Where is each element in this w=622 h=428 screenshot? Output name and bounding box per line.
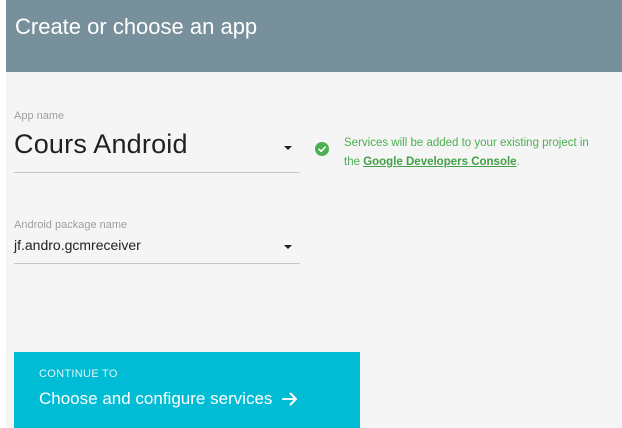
continue-button[interactable]: CONTINUE TO Choose and configure service… xyxy=(14,352,360,428)
continue-main-text: Choose and configure services xyxy=(39,389,273,408)
page-title: Create or choose an app xyxy=(15,14,258,39)
app-name-underline xyxy=(14,172,300,173)
package-name-dropdown-icon[interactable] xyxy=(284,245,292,249)
status-line-1: Services will be added to your existing … xyxy=(344,137,589,149)
continue-sub-label: CONTINUE TO xyxy=(39,368,118,380)
status-message: Services will be added to your existing … xyxy=(344,134,589,172)
status-line-2: the Google Developers Console. xyxy=(344,153,589,172)
status-line-2-suffix: . xyxy=(516,156,520,168)
google-developers-console-link[interactable]: Google Developers Console xyxy=(363,156,516,168)
package-name-select[interactable]: jf.andro.gcmreceiver xyxy=(14,237,141,253)
continue-main-label: Choose and configure services xyxy=(39,389,298,411)
package-name-underline xyxy=(14,263,300,264)
arrow-right-icon xyxy=(282,391,298,411)
app-name-label: App name xyxy=(14,110,65,122)
check-circle-icon xyxy=(315,142,329,156)
app-name-dropdown-icon[interactable] xyxy=(284,146,292,150)
app-name-select[interactable]: Cours Android xyxy=(14,129,188,160)
page-header: Create or choose an app xyxy=(6,0,622,72)
status-line-2-prefix: the xyxy=(344,156,364,168)
package-name-label: Android package name xyxy=(14,219,128,231)
main-content: App name Cours Android Services will be … xyxy=(6,72,622,428)
